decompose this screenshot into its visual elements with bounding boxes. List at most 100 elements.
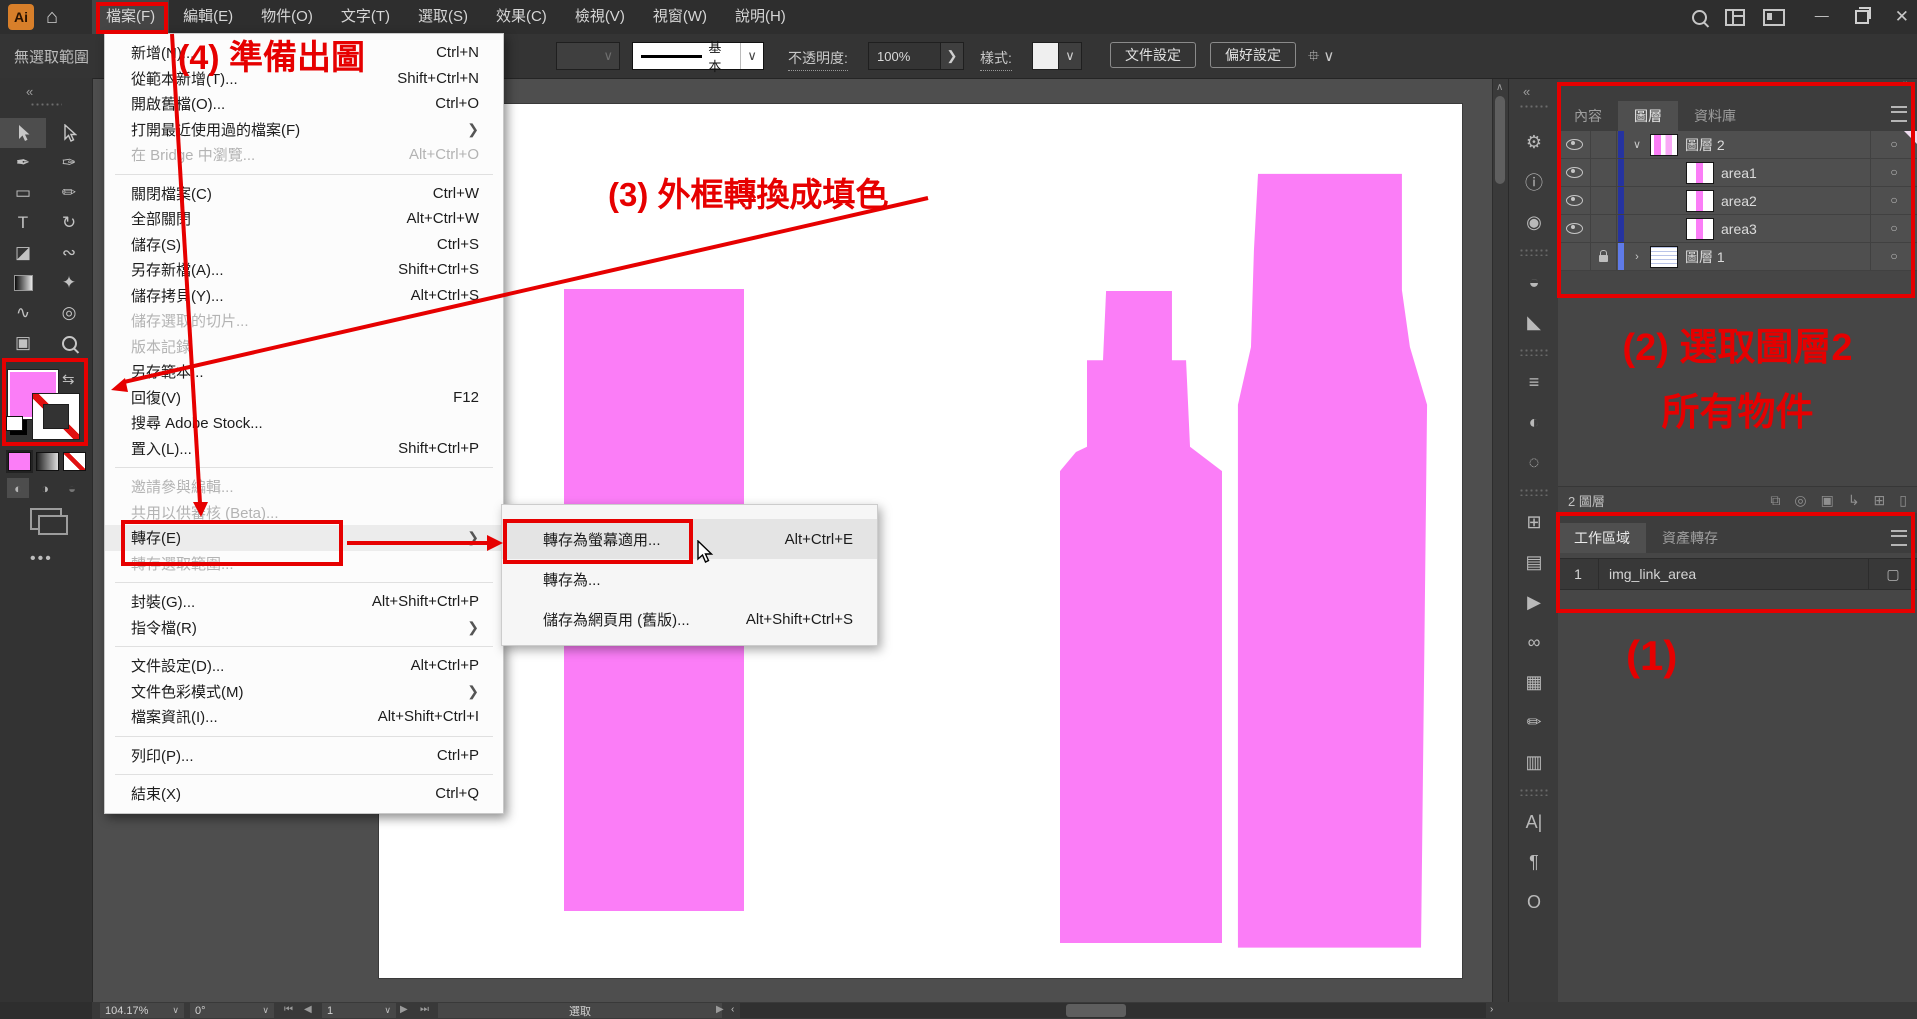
type-tool[interactable]: T [0, 208, 46, 238]
lock-icon[interactable] [1599, 255, 1608, 262]
menubar-item-1[interactable]: 檔案(F) [92, 0, 169, 34]
file-menu-item[interactable]: 文件設定(D)...Alt+Ctrl+P [105, 653, 503, 679]
arrange-documents-icon[interactable] [1763, 9, 1785, 26]
artboard-page-icon[interactable]: ▢ [1868, 559, 1917, 589]
shaper-tool[interactable]: ∾ [46, 238, 92, 268]
default-fill-stroke-icon[interactable] [6, 416, 23, 431]
lock-cell[interactable] [1591, 215, 1617, 242]
next-artboard-icon[interactable]: ▶ [400, 1004, 408, 1015]
last-artboard-icon[interactable]: ⏭ [420, 1004, 429, 1015]
layer-chevron-icon[interactable]: › [1624, 251, 1650, 263]
layer-name[interactable]: area2 [1721, 193, 1870, 209]
preferences-button[interactable]: 偏好設定 [1210, 42, 1296, 68]
disabled-dropdown[interactable]: ∨ [556, 42, 620, 70]
direct-selection-tool[interactable] [46, 118, 92, 148]
layer-chevron-icon[interactable]: ∨ [1624, 138, 1650, 151]
chevron-down-icon[interactable]: ∨ [1058, 42, 1082, 70]
export-submenu-item[interactable]: 轉存為... [502, 559, 877, 599]
layer-thumbnail[interactable] [1650, 246, 1678, 268]
new-sublayer-icon[interactable]: ↳ [1848, 492, 1860, 509]
draw-normal-icon[interactable]: ◐ [7, 478, 29, 498]
style-label[interactable]: 樣式: [980, 48, 1012, 71]
home-icon[interactable]: ⌂ [46, 5, 58, 29]
layer-name[interactable]: area1 [1721, 165, 1870, 181]
visibility-cell[interactable] [1558, 131, 1591, 158]
layer-target-icon[interactable]: ○ [1870, 187, 1917, 214]
artboards-panel-menu-icon[interactable] [1891, 530, 1907, 546]
lock-cell[interactable] [1591, 159, 1617, 186]
lock-cell[interactable] [1591, 243, 1617, 270]
toolbar-drag-handle[interactable] [30, 102, 62, 108]
prev-artboard-icon[interactable]: ◀ [304, 1004, 312, 1015]
toolbar-collapse-icon[interactable]: « [26, 84, 35, 99]
statusbar-play-icon[interactable]: ▶ [716, 1004, 724, 1015]
visibility-cell[interactable] [1558, 159, 1591, 186]
appearance-icon[interactable]: ◉ [1509, 202, 1559, 242]
workspace-switcher-icon[interactable] [1725, 9, 1745, 26]
rotate-tool[interactable]: ↻ [46, 208, 92, 238]
swatches-icon[interactable]: ▦ [1509, 662, 1559, 702]
restore-button[interactable] [1855, 10, 1869, 24]
pen-tool[interactable]: ✒ [0, 148, 46, 178]
opacity-label[interactable]: 不透明度: [788, 48, 848, 71]
close-button[interactable]: ✕ [1895, 7, 1909, 27]
file-menu-item[interactable]: 轉存選取範圍... [105, 551, 503, 577]
file-menu-item[interactable]: 在 Bridge 中瀏覽...Alt+Ctrl+O [105, 142, 503, 168]
minimize-button[interactable]: — [1815, 7, 1829, 27]
layer-row[interactable]: area3○ [1558, 215, 1917, 243]
file-menu-item[interactable]: 檔案資訊(I)...Alt+Shift+Ctrl+I [105, 704, 503, 730]
lock-cell[interactable] [1591, 131, 1617, 158]
chevron-down-icon[interactable]: ∨ [740, 43, 763, 69]
layer-thumbnail[interactable] [1686, 190, 1714, 212]
curvature-tool[interactable]: ✑ [46, 148, 92, 178]
file-menu-item[interactable]: 版本記錄 [105, 334, 503, 360]
opacity-value-field[interactable]: 100% [868, 42, 942, 70]
draw-behind-icon[interactable]: ◑ [34, 478, 56, 498]
file-menu-item[interactable]: 儲存(S)Ctrl+S [105, 232, 503, 258]
export-submenu-item[interactable]: 儲存為網頁用 (舊版)...Alt+Shift+Ctrl+S [502, 599, 877, 639]
locate-object-icon[interactable]: ◎ [1794, 492, 1806, 509]
align-icon[interactable]: ⊞ [1509, 502, 1559, 542]
file-menu-item[interactable]: 儲存拷貝(Y)...Alt+Ctrl+S [105, 283, 503, 309]
first-artboard-icon[interactable]: ⏮ [284, 1004, 293, 1015]
file-menu-item[interactable]: 另存新檔(A)...Shift+Ctrl+S [105, 257, 503, 283]
stroke-style-dropdown[interactable]: 基本 ∨ [632, 42, 764, 70]
screen-mode-icon[interactable] [30, 508, 62, 530]
none-mode-button[interactable] [63, 452, 86, 471]
opentype-icon[interactable]: O [1509, 882, 1559, 922]
menubar-item-9[interactable]: 說明(H) [721, 0, 800, 34]
visibility-cell[interactable] [1558, 215, 1591, 242]
horizontal-scrollbar[interactable] [740, 1003, 1486, 1018]
file-menu-item[interactable]: 列印(P)...Ctrl+P [105, 743, 503, 769]
layer-row[interactable]: area2○ [1558, 187, 1917, 215]
illustrator-logo-icon[interactable]: Ai [8, 4, 34, 30]
tab-資料庫[interactable]: 資料庫 [1678, 101, 1752, 131]
menubar-item-7[interactable]: 檢視(V) [561, 0, 639, 34]
tab-圖層[interactable]: 圖層 [1618, 101, 1678, 131]
paragraph-icon[interactable]: ¶ [1509, 842, 1559, 882]
layers-panel-menu-icon[interactable] [1891, 106, 1907, 122]
edit-toolbar-icon[interactable]: ••• [30, 550, 53, 568]
file-menu-item[interactable]: 邀請參與編輯... [105, 474, 503, 500]
align-to-artboard-dropdown[interactable]: ⯐ ∨ [1308, 46, 1334, 71]
live-paint-icon[interactable]: ◌ [1509, 442, 1559, 482]
file-menu-item[interactable]: 文件色彩模式(M)❯ [105, 679, 503, 705]
gradient-mode-button[interactable] [36, 452, 59, 471]
expand-panels-icon[interactable]: « [1523, 84, 1532, 99]
artboard-number-dropdown[interactable]: 1∨ [322, 1003, 396, 1018]
delete-layer-icon[interactable]: ▯ [1899, 492, 1907, 509]
draw-inside-icon[interactable]: ◒ [61, 478, 83, 498]
color-mode-button[interactable] [8, 452, 31, 471]
scroll-left-icon[interactable]: ‹ [731, 1004, 734, 1015]
artboard-tool[interactable]: ▣ [0, 328, 46, 358]
eyedropper-tool[interactable]: ✦ [46, 268, 92, 298]
style-swatch[interactable] [1032, 42, 1060, 70]
layer-name[interactable]: 圖層 1 [1685, 247, 1870, 267]
gradient-tool[interactable] [0, 268, 46, 298]
new-layer-icon[interactable]: ⊞ [1874, 492, 1886, 509]
opacity-more-button[interactable]: ❯ [940, 42, 964, 70]
pathfinder-icon[interactable]: ▤ [1509, 542, 1559, 582]
layer-thumbnail[interactable] [1686, 162, 1714, 184]
rotation-dropdown[interactable]: 0°∨ [190, 1003, 274, 1018]
tab-資產轉存[interactable]: 資產轉存 [1646, 523, 1734, 553]
